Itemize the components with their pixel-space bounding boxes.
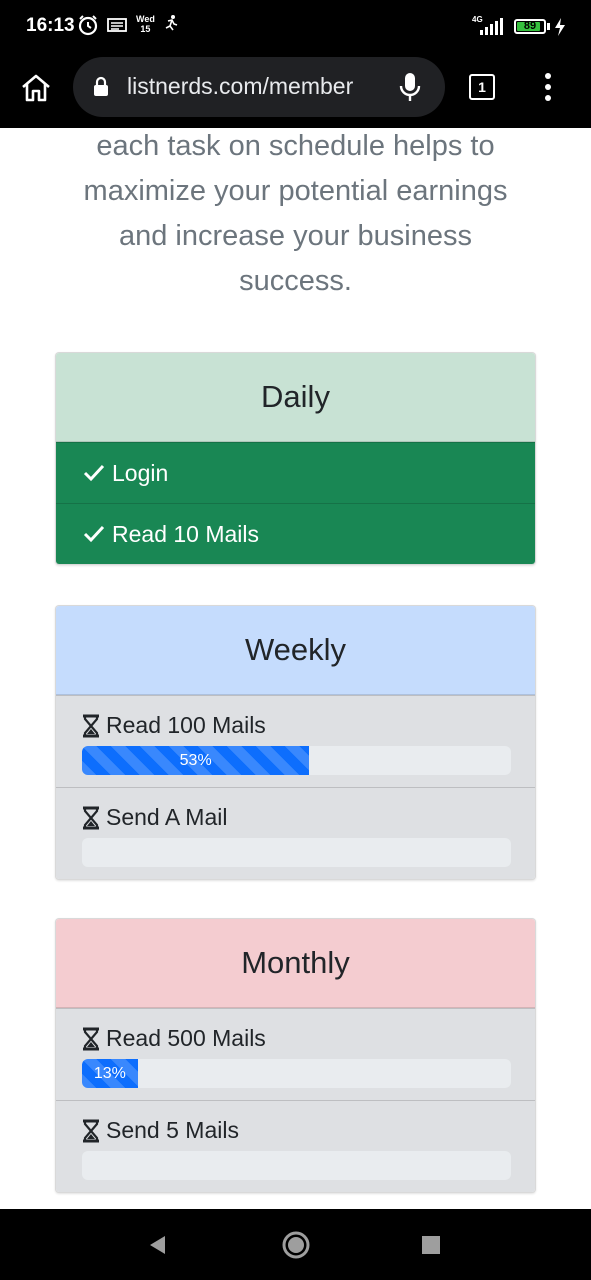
cast-icon — [107, 18, 127, 32]
progress-track: 13% — [82, 1059, 511, 1088]
mic-icon[interactable] — [399, 72, 421, 104]
hourglass-icon — [83, 714, 99, 737]
hourglass-icon — [83, 806, 99, 829]
battery-percent: 89 — [523, 20, 537, 32]
progress-bar: 13% — [82, 1059, 138, 1088]
battery-icon: 89 — [514, 19, 546, 34]
url-text[interactable]: listnerds.com/member — [127, 73, 377, 100]
task-label: Read 100 Mails — [106, 712, 266, 738]
hourglass-icon — [83, 1119, 99, 1142]
alarm-icon — [78, 15, 98, 36]
system-nav-bar — [0, 1209, 591, 1280]
monthly-task-read-mails: Read 500 Mails 13% — [56, 1008, 535, 1100]
progress-track — [82, 838, 511, 867]
browser-toolbar: listnerds.com/member 1 — [0, 54, 591, 128]
home-circle-icon[interactable] — [281, 1230, 311, 1260]
progress-track: 53% — [82, 746, 511, 775]
weekly-card-header: Weekly — [56, 606, 535, 695]
signal-icon — [480, 18, 503, 35]
recents-icon[interactable] — [422, 1236, 440, 1254]
page-content: each task on schedule helps to maximize … — [0, 128, 591, 1209]
hourglass-icon — [83, 1027, 99, 1050]
status-time: 16:13 — [26, 15, 75, 36]
task-label: Login — [112, 459, 169, 486]
weekly-task-read-mails: Read 100 Mails 53% — [56, 695, 535, 787]
task-label: Send A Mail — [106, 804, 228, 830]
back-icon[interactable] — [147, 1234, 167, 1256]
progress-track — [82, 1151, 511, 1180]
lock-icon — [94, 76, 108, 96]
home-icon[interactable] — [20, 73, 52, 103]
task-label: Read 10 Mails — [112, 520, 260, 547]
address-bar[interactable]: listnerds.com/member — [73, 57, 445, 117]
daily-card-header: Daily — [56, 353, 535, 442]
charging-icon — [555, 18, 565, 36]
more-icon[interactable] — [543, 72, 553, 102]
task-label: Read 500 Mails — [106, 1025, 266, 1051]
task-label: Send 5 Mails — [106, 1117, 239, 1143]
activity-icon — [165, 15, 178, 31]
monthly-card: Monthly Read 500 Mails 13% Send 5 Mails — [55, 918, 536, 1193]
check-icon — [83, 464, 105, 482]
check-icon — [83, 525, 105, 543]
status-date: Wed 15 — [136, 14, 155, 34]
battery-nub — [547, 23, 550, 30]
weekly-card: Weekly Read 100 Mails 53% Send A Mail — [55, 605, 536, 880]
tabs-button[interactable]: 1 — [469, 74, 495, 100]
progress-bar: 53% — [82, 746, 310, 775]
monthly-card-header: Monthly — [56, 919, 535, 1008]
weekly-task-send-mail: Send A Mail — [56, 787, 535, 879]
daily-task-login: Login — [56, 442, 535, 503]
daily-card: Daily Login Read 10 Mails — [55, 352, 536, 565]
monthly-task-send-mails: Send 5 Mails — [56, 1100, 535, 1192]
intro-text: each task on schedule helps to maximize … — [83, 130, 508, 297]
daily-task-read-mails: Read 10 Mails — [56, 503, 535, 564]
status-bar: 16:13 Wed 15 4G 89 — [0, 0, 591, 54]
